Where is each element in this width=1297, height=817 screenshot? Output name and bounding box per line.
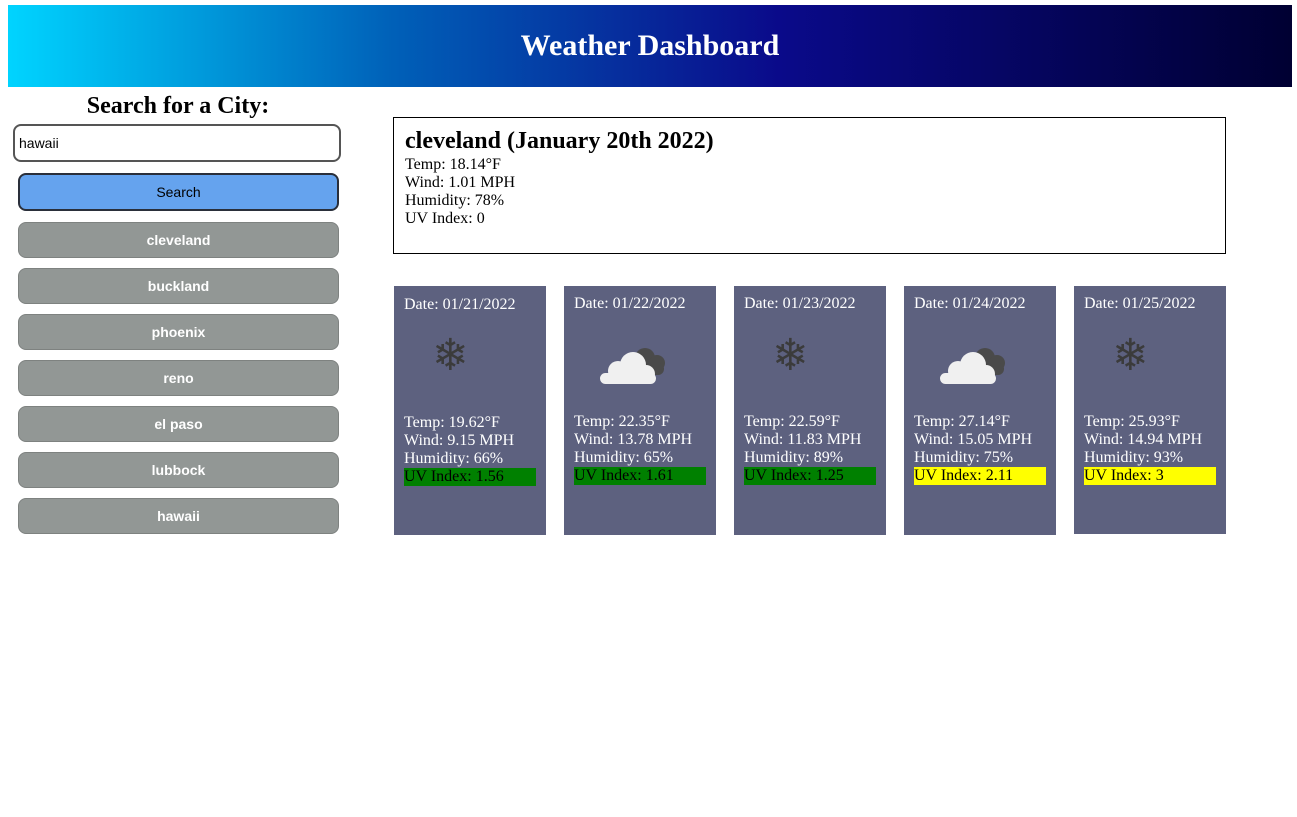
forecast-temp: Temp: 22.35°F — [574, 413, 670, 430]
cloud-icon — [600, 348, 665, 384]
forecast-temp: Temp: 19.62°F — [404, 414, 500, 431]
history-city-button[interactable]: cleveland — [18, 222, 339, 258]
forecast-uv-index: UV Index: 1.61 — [574, 467, 706, 485]
forecast-card: Date: 01/24/2022 Temp: 27.14°F Wind: 15.… — [904, 286, 1056, 535]
forecast-icon-area — [574, 313, 706, 413]
forecast-icon-area: ❄ — [404, 314, 536, 414]
snowflake-icon: ❄ — [432, 330, 469, 381]
forecast-date: Date: 01/22/2022 — [574, 295, 686, 312]
five-day-forecast: Date: 01/21/2022 ❄ Temp: 19.62°F Wind: 9… — [394, 286, 1226, 535]
search-sidebar: Search for a City: Search cleveland buck… — [12, 90, 344, 544]
forecast-wind: Wind: 9.15 MPH — [404, 432, 515, 449]
current-temp: Temp: 18.14°F — [405, 156, 501, 173]
forecast-icon-area — [914, 313, 1046, 413]
forecast-humidity: Humidity: 89% — [744, 449, 844, 466]
forecast-card: Date: 01/22/2022 Temp: 22.35°F Wind: 13.… — [564, 286, 716, 535]
forecast-temp: Temp: 27.14°F — [914, 413, 1010, 430]
history-city-button[interactable]: reno — [18, 360, 339, 396]
forecast-uv-index: UV Index: 1.25 — [744, 467, 876, 485]
page-header: Weather Dashboard — [8, 5, 1292, 87]
snowflake-icon: ❄ — [1112, 330, 1149, 381]
search-history-list: cleveland buckland phoenix reno el paso … — [18, 222, 344, 534]
forecast-temp: Temp: 22.59°F — [744, 413, 840, 430]
cloud-icon — [940, 348, 1005, 384]
snowflake-icon: ❄ — [772, 330, 809, 381]
forecast-uv-index: UV Index: 1.56 — [404, 468, 536, 486]
current-uv-index: UV Index: 0 — [405, 210, 485, 227]
current-city-title: cleveland (January 20th 2022) — [405, 128, 714, 154]
current-humidity: Humidity: 78% — [405, 192, 505, 209]
history-city-button[interactable]: lubbock — [18, 452, 339, 488]
forecast-humidity: Humidity: 75% — [914, 449, 1014, 466]
forecast-date: Date: 01/25/2022 — [1084, 295, 1196, 312]
forecast-wind: Wind: 11.83 MPH — [744, 431, 862, 448]
current-wind: Wind: 1.01 MPH — [405, 174, 516, 191]
search-heading: Search for a City: — [86, 93, 270, 119]
forecast-wind: Wind: 14.94 MPH — [1084, 431, 1203, 448]
search-button[interactable]: Search — [18, 173, 339, 211]
forecast-wind: Wind: 15.05 MPH — [914, 431, 1033, 448]
forecast-date: Date: 01/21/2022 — [404, 296, 516, 313]
history-city-button[interactable]: buckland — [18, 268, 339, 304]
forecast-card: Date: 01/23/2022 ❄ Temp: 22.59°F Wind: 1… — [734, 286, 886, 535]
forecast-date: Date: 01/24/2022 — [914, 295, 1026, 312]
forecast-humidity: Humidity: 65% — [574, 449, 674, 466]
forecast-date: Date: 01/23/2022 — [744, 295, 856, 312]
forecast-wind: Wind: 13.78 MPH — [574, 431, 693, 448]
forecast-humidity: Humidity: 93% — [1084, 449, 1184, 466]
city-search-input[interactable] — [13, 124, 341, 162]
forecast-card: Date: 01/21/2022 ❄ Temp: 19.62°F Wind: 9… — [394, 286, 546, 535]
history-city-button[interactable]: el paso — [18, 406, 339, 442]
forecast-humidity: Humidity: 66% — [404, 450, 504, 467]
history-city-button[interactable]: phoenix — [18, 314, 339, 350]
forecast-uv-index: UV Index: 2.11 — [914, 467, 1046, 485]
current-weather-panel: cleveland (January 20th 2022) Temp: 18.1… — [393, 117, 1226, 254]
page-title: Weather Dashboard — [520, 29, 780, 62]
forecast-temp: Temp: 25.93°F — [1084, 413, 1180, 430]
forecast-icon-area: ❄ — [744, 313, 876, 413]
forecast-card: Date: 01/25/2022 ❄ Temp: 25.93°F Wind: 1… — [1074, 286, 1226, 534]
forecast-icon-area: ❄ — [1084, 313, 1216, 413]
history-city-button[interactable]: hawaii — [18, 498, 339, 534]
forecast-uv-index: UV Index: 3 — [1084, 467, 1216, 485]
